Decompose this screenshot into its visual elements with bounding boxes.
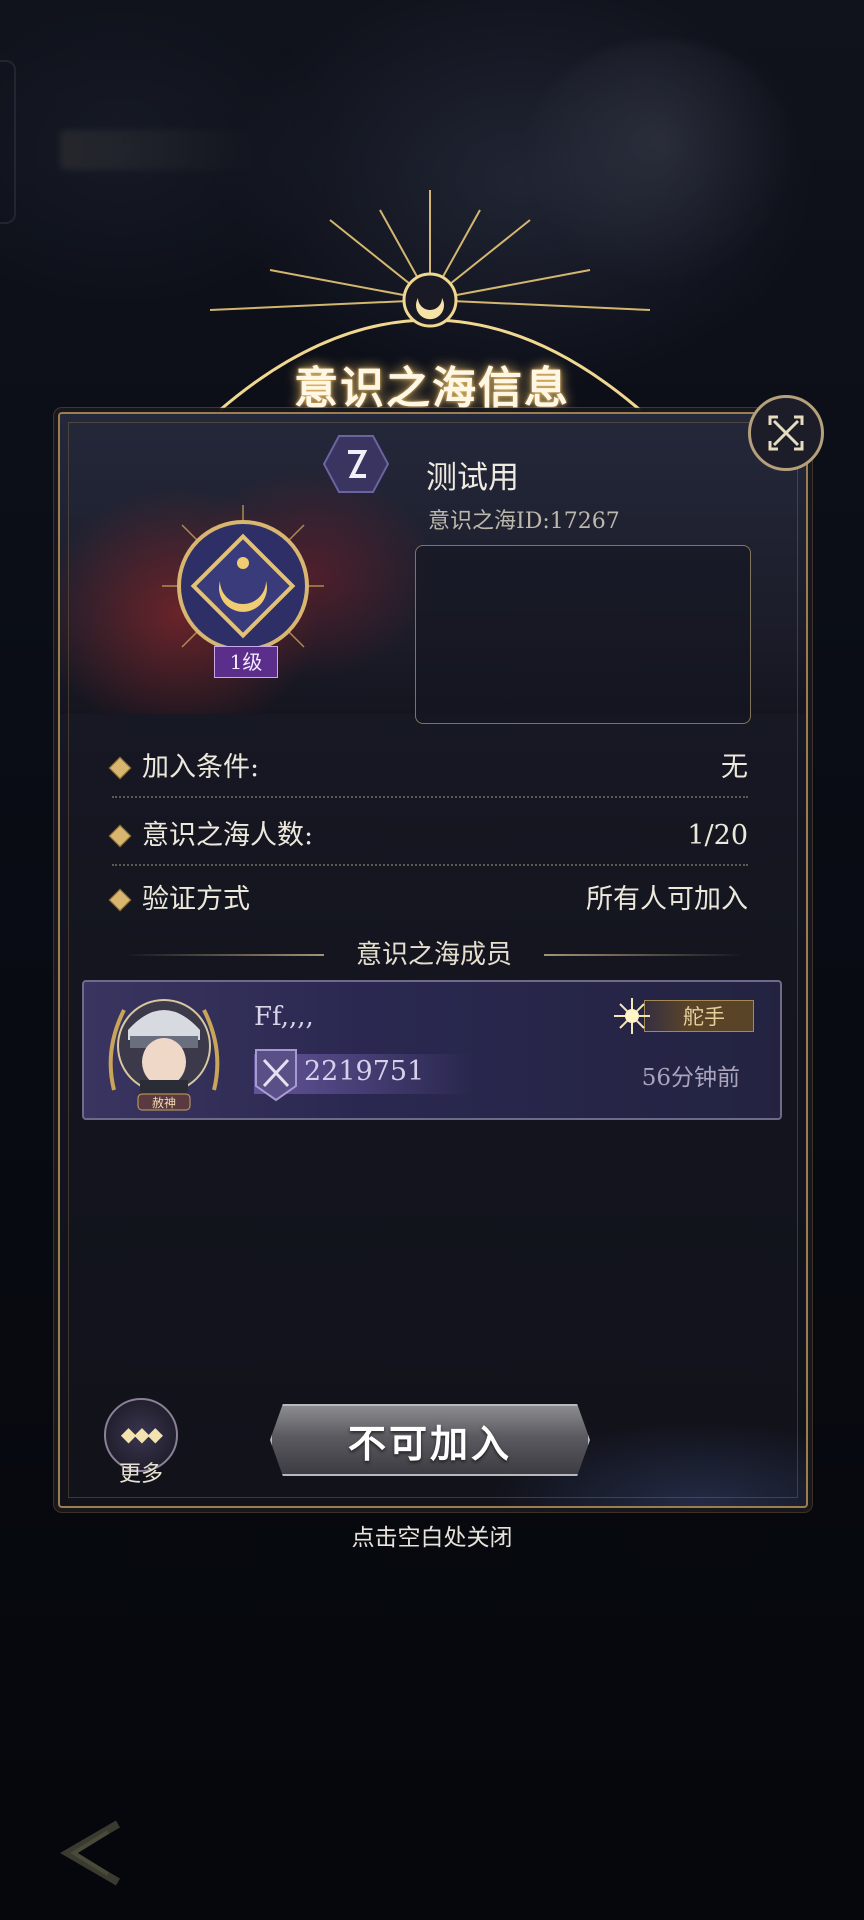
more-label[interactable]: 更多 <box>104 1456 178 1488</box>
join-condition-value: 无 <box>721 752 748 783</box>
member-count-row: 意识之海人数: 1/20 <box>108 814 748 870</box>
avatar: 赦神 <box>108 999 220 1111</box>
join-condition-label: 加入条件: <box>142 752 260 783</box>
close-button[interactable] <box>748 395 824 471</box>
sea-id: 意识之海ID:17267 <box>428 509 620 534</box>
member-card[interactable]: 赦神 Ff,,,, 2219751 舵手 56分钟前 <box>82 980 782 1120</box>
members-section-header: 意识之海成员 <box>124 935 744 975</box>
hex-rune-icon <box>322 435 390 493</box>
sea-name: 测试用 <box>426 460 519 496</box>
join-condition-row: 加入条件: 无 <box>108 746 748 802</box>
crescent-emblem-icon <box>162 505 324 667</box>
sea-description-box <box>415 545 751 724</box>
back-arrow-icon[interactable] <box>48 1818 128 1888</box>
member-count-value: 1/20 <box>687 820 748 851</box>
star-icon <box>614 998 650 1034</box>
row-divider <box>112 864 748 866</box>
join-button-label: 不可加入 <box>347 1420 512 1466</box>
member-power: 2219751 <box>304 1056 425 1087</box>
row-divider <box>112 796 748 798</box>
avatar-title-badge: 赦神 <box>152 1095 176 1110</box>
verification-row: 验证方式 所有人可加入 <box>108 878 748 934</box>
level-badge: 1级 <box>214 646 278 678</box>
crossed-swords-icon <box>255 1049 297 1102</box>
header-line-right <box>544 954 744 956</box>
diamond-bullet-icon <box>108 824 132 848</box>
verification-value: 所有人可加入 <box>586 884 748 915</box>
page-title: 意识之海信息 <box>294 363 570 414</box>
diamond-bullet-icon <box>108 888 132 912</box>
diamond-bullet-icon <box>108 756 132 780</box>
close-icon <box>768 415 804 451</box>
join-button[interactable]: 不可加入 <box>270 1404 590 1476</box>
role-badge: 舵手 <box>644 1000 754 1032</box>
more-dots-icon: ◆◆◆ <box>120 1422 163 1446</box>
member-count-label: 意识之海人数: <box>142 820 314 851</box>
member-last-seen: 56分钟前 <box>641 1065 740 1091</box>
member-name: Ff,,,, <box>254 1002 314 1032</box>
verification-label: 验证方式 <box>142 884 250 915</box>
close-hint: 点击空白处关闭 <box>351 1525 513 1551</box>
